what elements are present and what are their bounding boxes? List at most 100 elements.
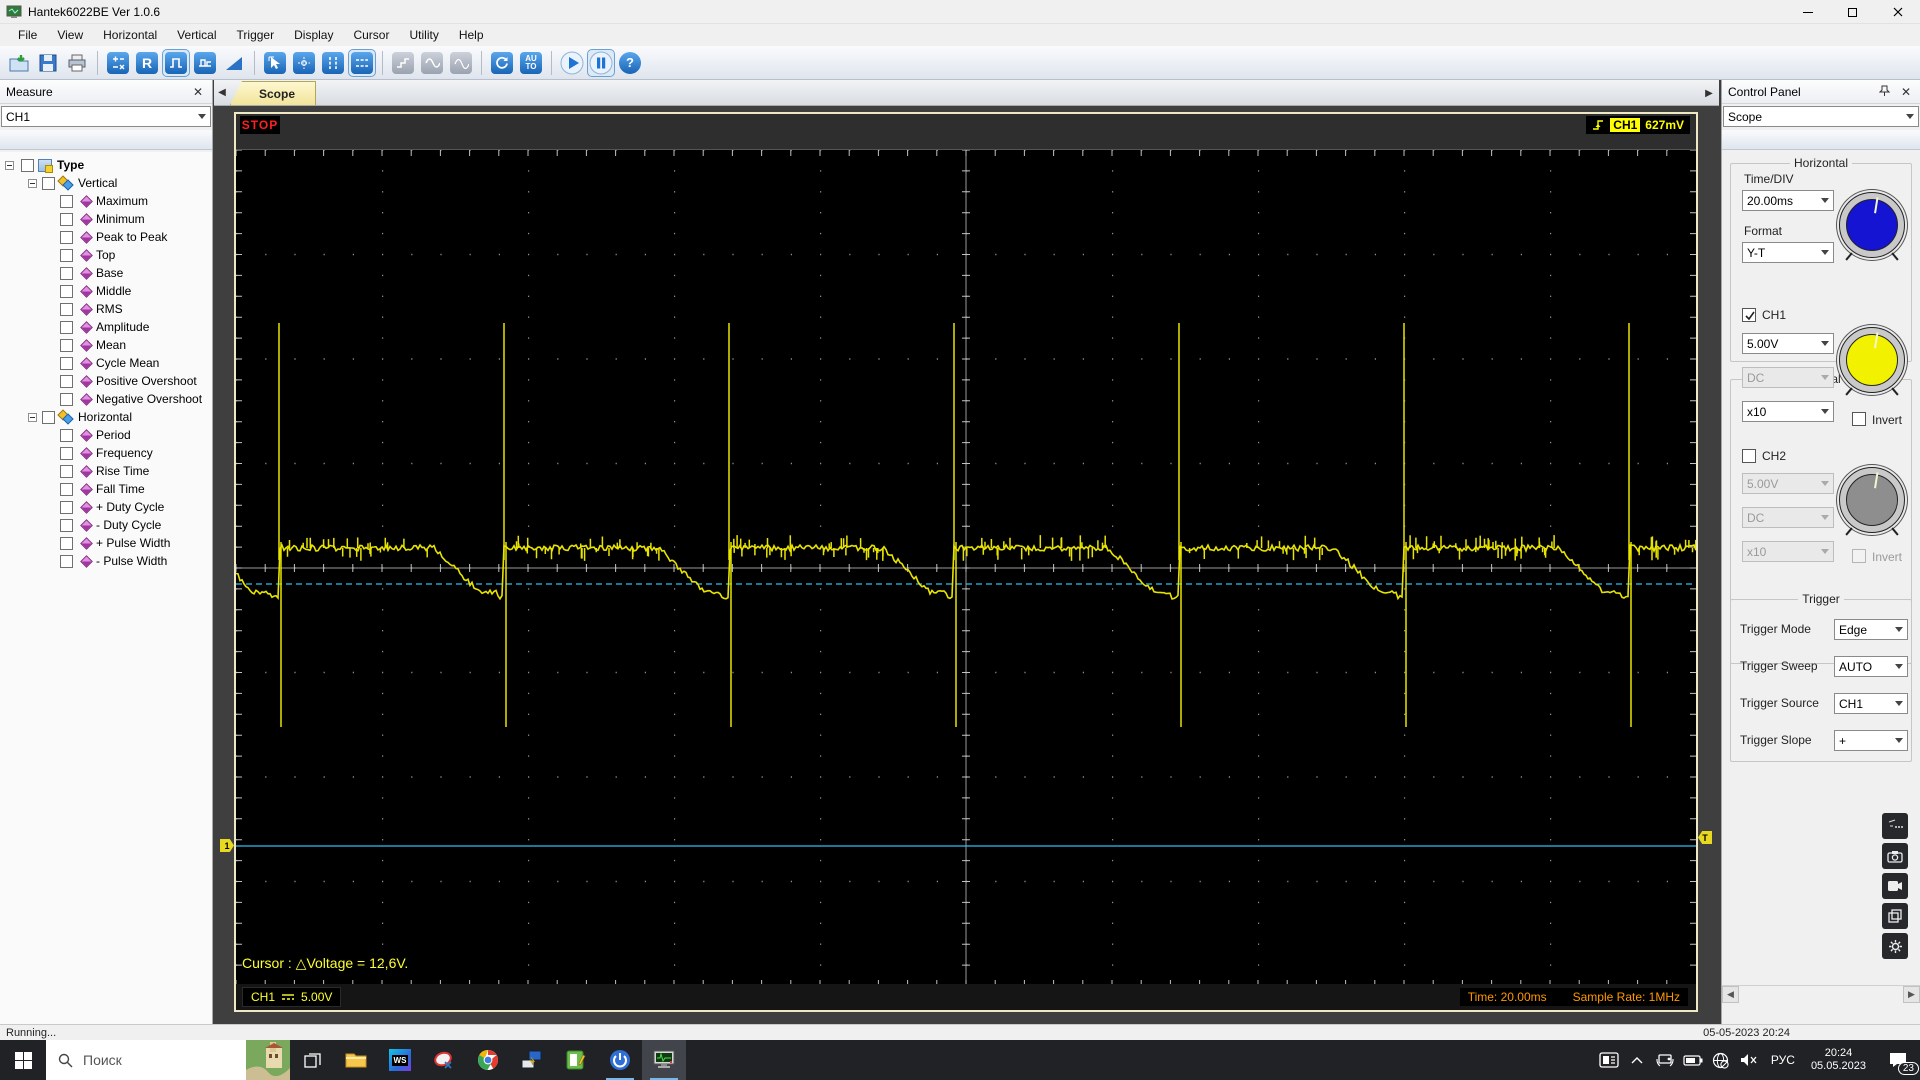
tree-item[interactable]: Frequency (60, 444, 153, 462)
taskbar-app-chrome[interactable] (466, 1040, 510, 1080)
checkbox[interactable] (60, 213, 73, 226)
menu-cursor[interactable]: Cursor (343, 25, 399, 45)
pin-icon[interactable] (1879, 85, 1890, 97)
checkbox[interactable] (60, 303, 73, 316)
open-button[interactable] (6, 50, 32, 76)
tree-item[interactable]: Middle (60, 282, 131, 300)
tree-item[interactable]: - Duty Cycle (60, 516, 161, 534)
language-indicator[interactable]: РУС (1765, 1053, 1801, 1067)
checkbox[interactable] (60, 447, 73, 460)
checkbox[interactable] (42, 411, 55, 424)
math-button[interactable] (105, 50, 131, 76)
search-highlight-image[interactable] (246, 1040, 290, 1080)
menu-file[interactable]: File (8, 25, 47, 45)
taskbar-app-webstorm[interactable]: WS (378, 1040, 422, 1080)
start-button[interactable] (0, 1040, 46, 1080)
tree-item[interactable]: Fall Time (60, 480, 145, 498)
menu-trigger[interactable]: Trigger (227, 25, 285, 45)
copy-button[interactable] (1882, 903, 1908, 929)
ch1-checkbox[interactable] (1742, 308, 1756, 322)
tab-scope[interactable]: Scope (230, 81, 316, 105)
refresh-button[interactable] (489, 50, 515, 76)
close-button[interactable] (1875, 0, 1920, 24)
scope-grid[interactable]: 1 T Cursor : △Voltage = 12,6V. (236, 150, 1696, 986)
menu-horizontal[interactable]: Horizontal (93, 25, 167, 45)
tree-node-type[interactable]: Type (5, 156, 84, 174)
tree-item[interactable]: RMS (60, 300, 123, 318)
checkbox[interactable] (42, 177, 55, 190)
tree-item[interactable]: Peak to Peak (60, 228, 167, 246)
print-button[interactable] (64, 50, 90, 76)
news-widget-icon[interactable] (1597, 1040, 1621, 1080)
start-button[interactable] (559, 50, 585, 76)
tree-item[interactable]: + Duty Cycle (60, 498, 164, 516)
help-button[interactable]: ? (617, 50, 643, 76)
trigger-level-marker[interactable]: T (1698, 831, 1712, 844)
square-wave-button[interactable] (163, 50, 189, 76)
tree-item[interactable]: - Pulse Width (60, 552, 167, 570)
tree-item[interactable]: Amplitude (60, 318, 149, 336)
expander-icon[interactable] (5, 161, 14, 170)
checkbox[interactable] (21, 159, 34, 172)
ramp-button[interactable] (221, 50, 247, 76)
trigger-mode-select[interactable]: Edge (1834, 619, 1908, 640)
menu-display[interactable]: Display (284, 25, 343, 45)
timediv-select[interactable]: 20.00ms (1742, 190, 1834, 211)
ch1-probe-select[interactable]: x10 (1742, 401, 1834, 422)
checkbox[interactable] (60, 195, 73, 208)
checkbox[interactable] (60, 285, 73, 298)
pointer-button[interactable] (262, 50, 288, 76)
cast-icon[interactable] (1653, 1040, 1677, 1080)
checkbox[interactable] (60, 267, 73, 280)
auto-set-button[interactable]: AU TO (518, 50, 544, 76)
tree-item[interactable]: + Pulse Width (60, 534, 170, 552)
trigger-slope-select[interactable]: + (1834, 730, 1908, 751)
battery-icon[interactable] (1681, 1040, 1705, 1080)
taskbar-clock[interactable]: 20:24 05.05.2023 (1805, 1047, 1872, 1073)
taskbar-search[interactable]: Поиск (46, 1040, 290, 1080)
checkbox[interactable] (60, 519, 73, 532)
pause-button[interactable] (588, 50, 614, 76)
horizontal-cursor-button[interactable] (349, 50, 375, 76)
record-video-button[interactable] (1882, 873, 1908, 899)
task-view-button[interactable] (290, 1040, 334, 1080)
tree-item[interactable]: Negative Overshoot (60, 390, 202, 408)
tree-item[interactable]: Positive Overshoot (60, 372, 197, 390)
checkbox[interactable] (60, 231, 73, 244)
checkbox[interactable] (60, 393, 73, 406)
channel1-level-marker[interactable]: 1 (220, 839, 234, 852)
menu-vertical[interactable]: Vertical (167, 25, 226, 45)
trigger-source-select[interactable]: CH1 (1834, 693, 1908, 714)
taskbar-app-power[interactable] (598, 1040, 642, 1080)
pulse-wave-button[interactable] (192, 50, 218, 76)
tree-item[interactable]: Top (60, 246, 115, 264)
ch2-checkbox[interactable] (1742, 449, 1756, 463)
measure-close-icon[interactable]: ✕ (190, 85, 206, 99)
taskbar-app-remote[interactable] (510, 1040, 554, 1080)
minimize-button[interactable] (1785, 0, 1830, 24)
format-select[interactable]: Y-T (1742, 242, 1834, 263)
ch1-volts-select[interactable]: 5.00V (1742, 333, 1834, 354)
checkbox[interactable] (60, 339, 73, 352)
tree-item[interactable]: Mean (60, 336, 126, 354)
taskbar-app-notes[interactable] (554, 1040, 598, 1080)
maximize-button[interactable] (1830, 0, 1875, 24)
checkbox[interactable] (60, 537, 73, 550)
checkbox[interactable] (60, 501, 73, 514)
trigger-sweep-select[interactable]: AUTO (1834, 656, 1908, 677)
checkbox[interactable] (60, 429, 73, 442)
expander-icon[interactable] (28, 413, 37, 422)
taskbar-app-explorer[interactable] (334, 1040, 378, 1080)
scroll-right-icon[interactable]: ▶ (1903, 986, 1920, 1003)
control-panel-mode-select[interactable]: Scope (1723, 106, 1919, 127)
save-button[interactable] (35, 50, 61, 76)
tree-item[interactable]: Base (60, 264, 123, 282)
vertical-cursor-button[interactable] (320, 50, 346, 76)
expander-icon[interactable] (28, 179, 37, 188)
notification-center-button[interactable]: 23 (1876, 1040, 1920, 1080)
control-panel-scrollbar[interactable]: ◀ ▶ (1722, 985, 1920, 1002)
checkbox[interactable] (60, 555, 73, 568)
menu-utility[interactable]: Utility (399, 25, 448, 45)
tree-item[interactable]: Minimum (60, 210, 145, 228)
network-globe-icon[interactable] (1709, 1040, 1733, 1080)
